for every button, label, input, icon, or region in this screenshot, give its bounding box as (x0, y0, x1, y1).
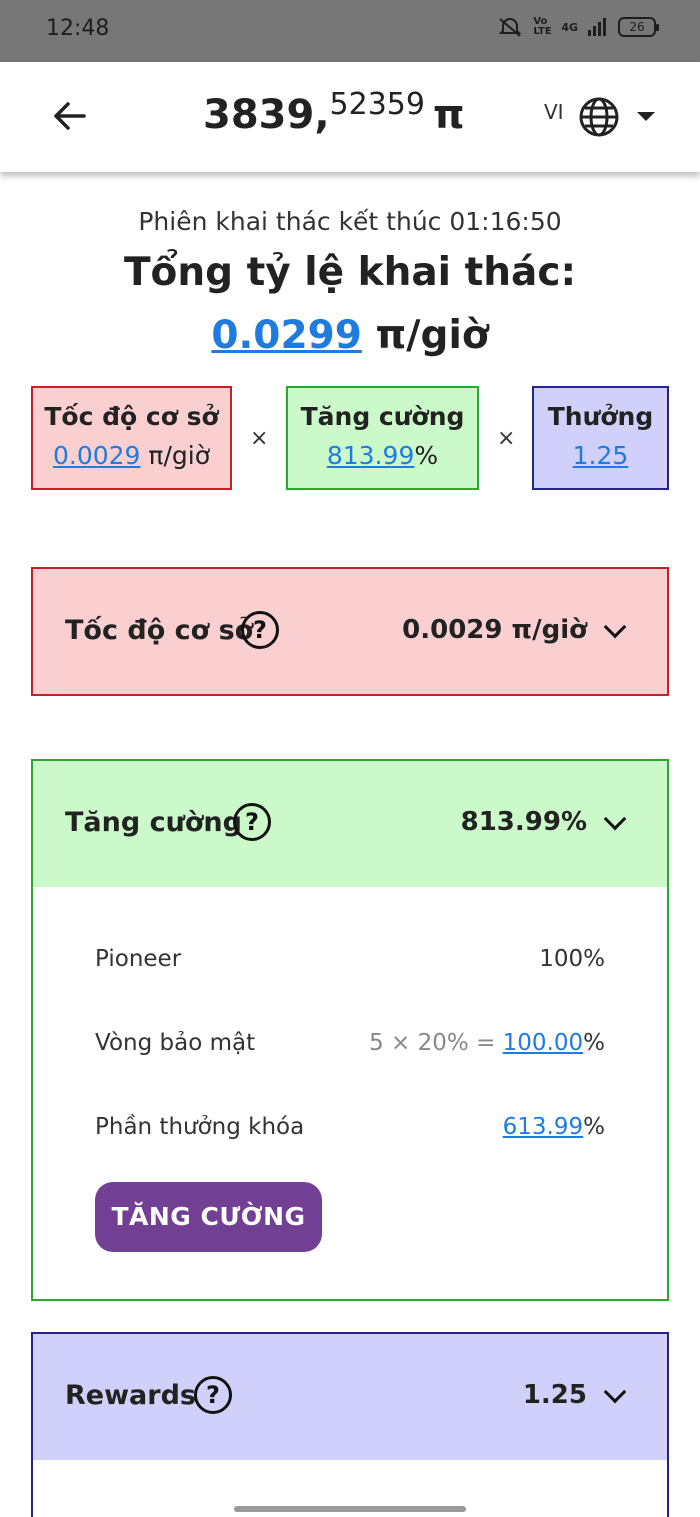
boost-card-title: Tăng cường (300, 402, 465, 431)
pi-symbol: π (432, 92, 465, 138)
rewards-section-title: Rewards (65, 1380, 196, 1411)
bonus-card: Thưởng 1.25 (532, 386, 669, 490)
base-rate-section: Tốc độ cơ sở ? 0.0029 π/giờ (31, 567, 669, 696)
caret-down-icon[interactable] (637, 112, 655, 121)
boost-row-label: Vòng bảo mật (95, 1030, 256, 1056)
bonus-card-value-line: 1.25 (534, 441, 667, 470)
boost-section-title: Tăng cường (65, 807, 242, 838)
help-icon[interactable]: ? (233, 803, 271, 841)
status-icons: Vo LTE 4G 26 (497, 16, 659, 38)
base-rate-card-value-line: 0.0029 π/giờ (33, 441, 230, 470)
multiply-symbol: × (250, 426, 269, 451)
total-rate-unit: π/giờ (375, 313, 489, 358)
total-rate: 0.0299 π/giờ (0, 313, 700, 358)
chevron-down-icon[interactable] (603, 1380, 627, 1404)
help-icon[interactable]: ? (194, 1376, 232, 1414)
boost-row-value-line: 613.99% (503, 1114, 605, 1140)
network-label: 4G (561, 20, 578, 34)
boost-row-value: 100% (539, 946, 605, 972)
rewards-section-value: 1.25 (522, 1380, 587, 1410)
base-rate-card-value[interactable]: 0.0029 (53, 441, 140, 470)
globe-icon[interactable] (578, 96, 620, 142)
language-code[interactable]: VI (544, 100, 564, 124)
boost-row-value-line: 5 × 20% = 100.00% (369, 1030, 605, 1056)
arrow-left-icon (54, 102, 86, 130)
balance-integer: 3839, (203, 92, 330, 138)
boost-button[interactable]: TĂNG CƯỜNG (95, 1182, 322, 1252)
boost-row-formula: 5 × 20% = (369, 1030, 503, 1056)
boost-card-value[interactable]: 813.99 (327, 441, 414, 470)
boost-row-unit: % (583, 1114, 605, 1140)
rewards-section: Rewards ? 1.25 (31, 1332, 669, 1517)
help-icon[interactable]: ? (241, 611, 279, 649)
boost-card-unit: % (414, 441, 439, 470)
back-button[interactable] (50, 96, 90, 136)
chevron-down-icon[interactable] (603, 807, 627, 831)
boost-row-label: Phần thưởng khóa (95, 1114, 305, 1140)
status-time: 12:48 (46, 16, 110, 41)
status-bar: 12:48 Vo LTE 4G 26 (0, 0, 700, 62)
chevron-down-icon[interactable] (603, 615, 627, 639)
boost-section-value: 813.99% (460, 807, 587, 837)
pi-balance: 3839,52359 π (203, 87, 465, 138)
home-indicator[interactable] (234, 1506, 466, 1512)
mute-icon (497, 16, 523, 38)
rewards-section-header[interactable]: Rewards ? 1.25 (33, 1334, 667, 1460)
bonus-card-title: Thưởng (547, 402, 654, 431)
boost-row-value[interactable]: 100.00 (503, 1030, 583, 1056)
balance-decimal: 52359 (329, 87, 425, 122)
base-rate-card-unit: π/giờ (148, 441, 211, 470)
bonus-card-value[interactable]: 1.25 (573, 441, 629, 470)
base-rate-card-title: Tốc độ cơ sở (44, 402, 219, 431)
base-rate-section-title: Tốc độ cơ sở (65, 615, 254, 646)
boost-card: Tăng cường 813.99% (286, 386, 479, 490)
total-rate-value[interactable]: 0.0299 (211, 313, 362, 358)
boost-section-header[interactable]: Tăng cường ? 813.99% (33, 761, 667, 887)
signal-icon (588, 18, 608, 36)
boost-section: Tăng cường ? 813.99% Pioneer 100% Vòng b… (31, 759, 669, 1301)
base-rate-card: Tốc độ cơ sở 0.0029 π/giờ (31, 386, 232, 490)
session-end-text: Phiên khai thác kết thúc 01:16:50 (138, 207, 562, 236)
base-rate-section-header[interactable]: Tốc độ cơ sở ? 0.0029 π/giờ (33, 569, 667, 695)
boost-row-value[interactable]: 613.99 (503, 1114, 583, 1140)
base-rate-section-value: 0.0029 π/giờ (402, 615, 587, 645)
total-rate-title: Tổng tỷ lệ khai thác: (123, 250, 577, 295)
boost-row-unit: % (583, 1030, 605, 1056)
battery-icon: 26 (618, 17, 659, 37)
boost-card-value-line: 813.99% (288, 441, 477, 470)
volte-label: Vo LTE (533, 16, 552, 37)
app-header: 3839,52359 π VI (0, 62, 700, 172)
boost-row-label: Pioneer (95, 946, 182, 972)
multiply-symbol: × (497, 426, 516, 451)
